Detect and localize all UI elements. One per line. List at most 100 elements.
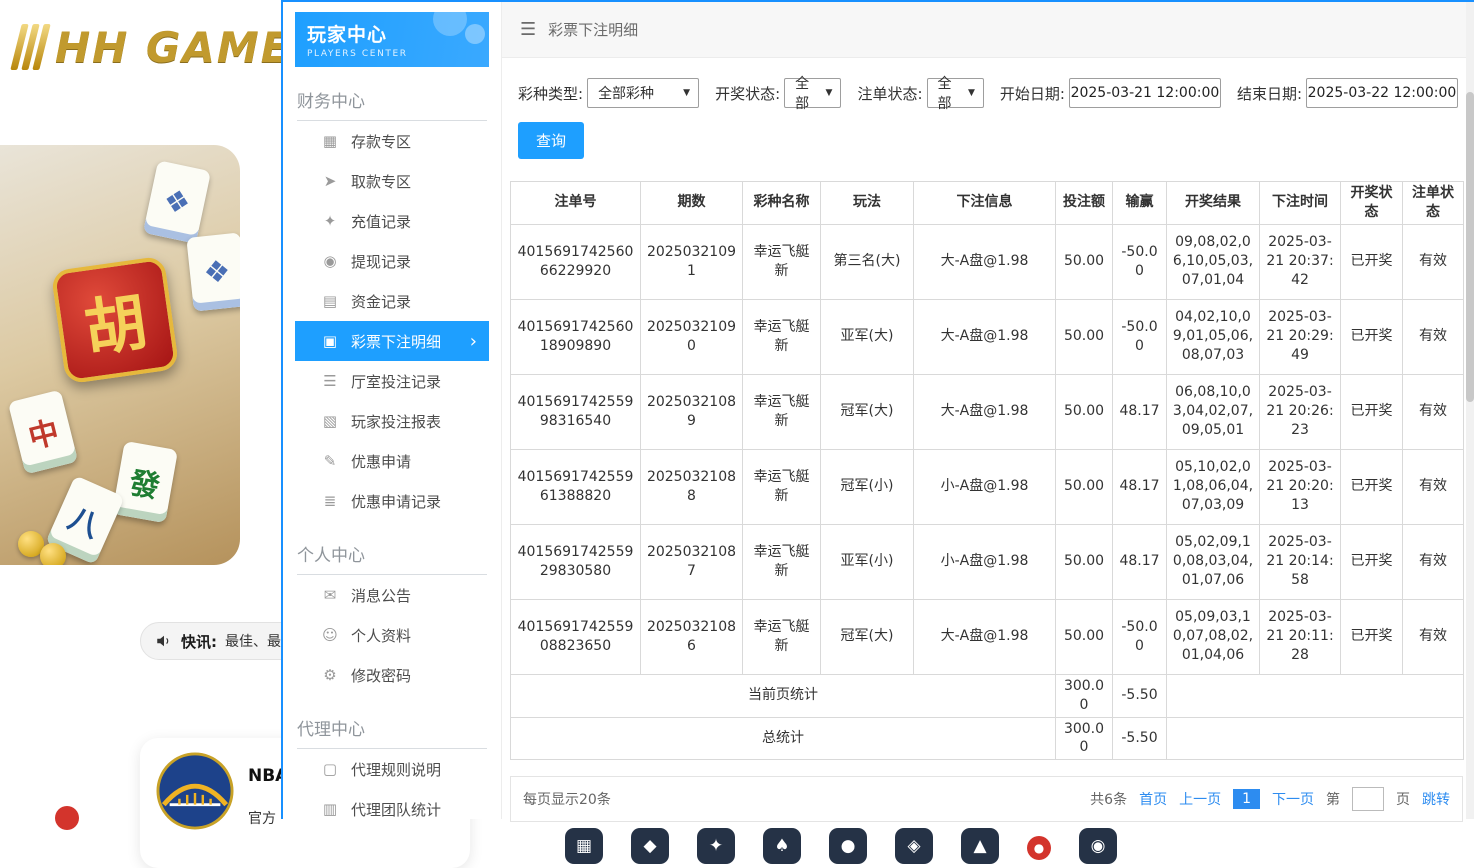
footer-game-icon-7[interactable]: ▲ [961,828,999,864]
hu-badge: 胡 [51,256,180,385]
hamburger-icon[interactable]: ☰ [520,19,536,40]
sidebar-item-withdrawal-records[interactable]: ◉提现记录 [295,241,489,281]
sidebar-item-agent-team-stats[interactable]: ▥ 代理团队统计 [295,789,489,819]
summary-row: 当前页统计300.00-5.50 [511,674,1464,717]
sidebar-item-label: 优惠申请 [351,451,411,472]
draw-status-label: 开奖状态: [715,83,780,104]
cell-lottery: 幸运飞艇新 [743,599,821,674]
cell-bet_status: 有效 [1403,524,1464,599]
cell-bet_status: 有效 [1403,374,1464,449]
total-count-text: 共6条 [1090,789,1127,809]
sidebar-item-player-bet-reports[interactable]: ▧玩家投注报表 [295,401,489,441]
bet-status-value: 全部 [938,73,954,113]
sidebar-item-announcements[interactable]: ✉消息公告 [295,575,489,615]
cell-play: 亚军(大) [821,299,914,374]
lottery-type-label: 彩种类型: [518,83,583,104]
announcement-icon: ✉ [321,586,339,604]
footer-game-icon-8[interactable]: ● [1027,836,1051,860]
search-button[interactable]: 查询 [518,122,584,159]
cell-bet_time: 2025-03-21 20:14:58 [1260,524,1341,599]
promo-image: ❖ ❖ 胡 中 發 八 [0,145,240,565]
agent-team-stats-icon: ▥ [321,800,339,818]
footer-game-icon-9[interactable]: ◉ [1079,828,1117,864]
sidebar-item-agent-rules[interactable]: ▢代理规则说明 [295,749,489,789]
hall-bet-record-icon: ☰ [321,372,339,390]
sidebar-item-change-password[interactable]: ⚙修改密码 [295,655,489,695]
sidebar-item-label: 厅室投注记录 [351,371,441,392]
draw-status-select[interactable]: 全部 ▼ [784,78,841,108]
sidebar-item-promo-apply[interactable]: ✎ 优惠申请 [295,441,489,481]
first-page-link[interactable]: 首页 [1139,789,1167,809]
footer-game-icon-1[interactable]: ▦ [565,828,603,864]
summary-row: 总统计300.00-5.50 [511,717,1464,760]
end-date-input[interactable] [1306,78,1458,108]
content-area: ☰ 彩票下注明细 彩种类型: 全部彩种 ▼ 开奖状态: 全部 ▼ 注单状态: 全… [502,2,1466,819]
cell-bet_id: 401569174256018909890 [511,299,641,374]
jump-prefix-text: 第 [1326,789,1340,809]
summary-empty [1167,674,1464,717]
cell-draw_status: 已开奖 [1341,224,1403,299]
sidebar-item-profile[interactable]: ☺个人资料 [295,615,489,655]
cell-lottery: 幸运飞艇新 [743,374,821,449]
withdrawal-record-icon: ◉ [321,252,339,270]
jump-suffix-text: 页 [1396,789,1410,809]
footer-game-icon-6[interactable]: ◈ [895,828,933,864]
sidebar-item-deposit-zone[interactable]: ▦存款专区 [295,121,489,161]
promo-record-icon: ≣ [321,492,339,510]
start-date-label: 开始日期: [1000,83,1065,104]
cell-bet_info: 大-A盘@1.98 [914,599,1056,674]
scrollbar[interactable] [1466,2,1474,819]
col-amount: 投注额 [1056,182,1113,225]
promo-apply-icon: ✎ [321,452,339,470]
footer-game-nav: ▦ ◆ ✦ ♠ ● ◈ ▲ ● ◉ [565,828,1474,864]
cell-bet_id: 401569174255929830580 [511,524,641,599]
cell-amount: 50.00 [1056,449,1113,524]
filter-bar: 彩种类型: 全部彩种 ▼ 开奖状态: 全部 ▼ 注单状态: 全部 ▼ 开始日期: [510,78,1458,108]
footer-game-icon-3[interactable]: ✦ [697,828,735,864]
cell-play: 冠军(小) [821,449,914,524]
sidebar-section-title: 代理中心 [297,715,487,749]
sidebar-item-hall-bet-records[interactable]: ☰ 厅室投注记录 [295,361,489,401]
end-date-label: 结束日期: [1237,83,1302,104]
site-logo: HH GAME [16,16,291,78]
next-page-link[interactable]: 下一页 [1272,789,1314,809]
summary-bet-total: 300.00 [1056,674,1113,717]
col-result: 开奖结果 [1167,182,1260,225]
sidebar-item-withdraw-zone[interactable]: ➤取款专区 [295,161,489,201]
cell-bet_info: 小-A盘@1.98 [914,524,1056,599]
footer-game-icon-2[interactable]: ◆ [631,828,669,864]
col-draw_status: 开奖状态 [1341,182,1403,225]
pagination-controls: 共6条 首页 上一页 1 下一页 第 页 跳转 [1090,787,1450,811]
sidebar-item-label: 修改密码 [351,665,411,686]
nba-team-logo [156,752,234,830]
cell-amount: 50.00 [1056,299,1113,374]
agent-rules-icon: ▢ [321,760,339,778]
content-topbar: ☰ 彩票下注明细 [502,2,1466,58]
jump-button[interactable]: 跳转 [1422,789,1450,809]
page-jump-input[interactable] [1352,787,1384,811]
table-row: 40156917425606622992020250321091幸运飞艇新第三名… [511,224,1464,299]
cell-bet_id: 401569174255998316540 [511,374,641,449]
summary-label: 当前页统计 [511,674,1056,717]
cell-lottery: 幸运飞艇新 [743,299,821,374]
mahjong-tile: 中 [8,390,78,475]
page-title: 彩票下注明细 [548,19,638,40]
bet-status-select[interactable]: 全部 ▼ [927,78,984,108]
cell-result: 05,09,03,10,07,08,02,01,04,06 [1167,599,1260,674]
sidebar-item-funds-records[interactable]: ▤资金记录 [295,281,489,321]
sidebar-item-lottery-bet-details[interactable]: ▣彩票下注明细› [295,321,489,361]
sidebar-item-label: 代理团队统计 [351,799,441,820]
footer-game-icon-5[interactable]: ● [829,828,867,864]
col-bet_status: 注单状态 [1403,182,1464,225]
sidebar-item-recharge-records[interactable]: ✦充值记录 [295,201,489,241]
cell-draw_status: 已开奖 [1341,449,1403,524]
cell-bet_status: 有效 [1403,599,1464,674]
start-date-input[interactable] [1069,78,1221,108]
prev-page-link[interactable]: 上一页 [1179,789,1221,809]
cell-bet_time: 2025-03-21 20:26:23 [1260,374,1341,449]
sidebar: 玩家中心 PLAYERS CENTER 财务中心▦存款专区➤取款专区✦充值记录◉… [283,2,502,819]
sidebar-item-promo-apply-records[interactable]: ≣优惠申请记录 [295,481,489,521]
scrollbar-thumb[interactable] [1466,92,1474,402]
footer-game-icon-4[interactable]: ♠ [763,828,801,864]
lottery-type-select[interactable]: 全部彩种 ▼ [587,78,699,108]
